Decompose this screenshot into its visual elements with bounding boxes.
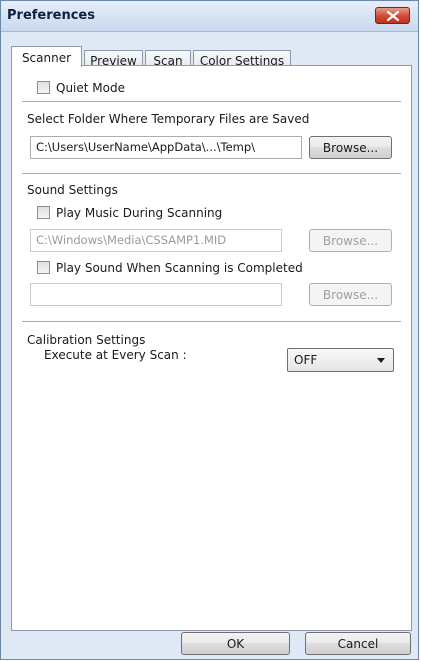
sound-browse-button[interactable]: Browse... xyxy=(309,283,392,306)
execute-every-scan-label: Execute at Every Scan : xyxy=(44,348,187,362)
play-music-label: Play Music During Scanning xyxy=(56,206,223,220)
close-button[interactable] xyxy=(375,7,410,24)
separator xyxy=(22,173,401,175)
play-sound-checkbox[interactable] xyxy=(37,261,50,274)
preferences-window: Preferences Scanner Preview Scan Color S… xyxy=(0,0,419,660)
chevron-down-icon xyxy=(377,358,385,363)
calibration-heading: Calibration Settings xyxy=(27,333,146,347)
close-icon xyxy=(387,11,399,21)
title-bar[interactable]: Preferences xyxy=(1,1,418,32)
separator xyxy=(22,321,401,323)
temp-folder-browse-button[interactable]: Browse... xyxy=(309,136,392,159)
sound-file-field[interactable] xyxy=(30,283,282,306)
music-browse-button[interactable]: Browse... xyxy=(309,229,392,252)
window-title: Preferences xyxy=(7,8,95,23)
cancel-button[interactable]: Cancel xyxy=(305,632,411,655)
quiet-mode-label: Quiet Mode xyxy=(56,81,125,95)
temp-folder-field[interactable]: C:\Users\UserName\AppData\...\Temp\ xyxy=(30,136,302,159)
ok-button[interactable]: OK xyxy=(181,632,290,655)
scanner-tab-panel: Quiet Mode Select Folder Where Temporary… xyxy=(11,65,412,631)
execute-every-scan-select[interactable]: OFF xyxy=(287,348,394,372)
play-music-checkbox[interactable] xyxy=(37,206,50,219)
sound-settings-heading: Sound Settings xyxy=(27,183,118,197)
separator xyxy=(22,101,401,103)
quiet-mode-checkbox[interactable] xyxy=(37,81,50,94)
play-sound-label: Play Sound When Scanning is Completed xyxy=(56,261,303,275)
music-file-field[interactable]: C:\Windows\Media\CSSAMP1.MID xyxy=(30,229,282,252)
tab-scanner[interactable]: Scanner xyxy=(11,46,82,67)
temp-folder-heading: Select Folder Where Temporary Files are … xyxy=(27,112,310,126)
tab-scanner-label: Scanner xyxy=(21,51,72,65)
execute-every-scan-value: OFF xyxy=(294,353,318,367)
